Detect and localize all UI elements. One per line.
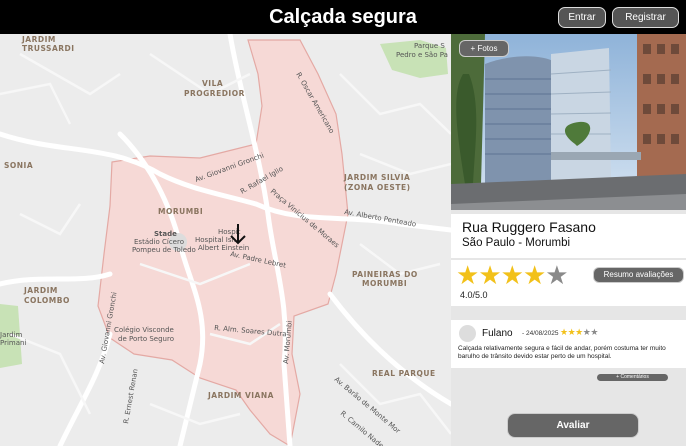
svg-text:Estádio Cícero: Estádio Cícero [134,238,184,246]
svg-text:TRUSSARDI: TRUSSARDI [22,44,75,53]
register-button[interactable]: Registrar [612,7,679,28]
star-icon: ★ [560,327,568,337]
svg-text:REAL PARQUE: REAL PARQUE [372,369,436,378]
svg-text:VILA: VILA [202,79,223,88]
svg-text:Colégio Visconde: Colégio Visconde [114,326,174,334]
rate-button[interactable]: Avaliar [507,413,639,438]
map-canvas[interactable]: JARDIM TRUSSARDI VILA PROGREDIOR SONIA J… [0,34,451,446]
svg-text:Jardim: Jardim [0,331,22,339]
svg-text:JARDIM: JARDIM [21,35,56,44]
review-stars: ★★★★★ [560,327,598,338]
svg-text:MORUMBI: MORUMBI [158,207,203,216]
svg-text:JARDIM VIANA: JARDIM VIANA [207,391,274,400]
avatar [459,325,476,342]
star-icon: ★ [478,260,501,290]
star-icon: ★ [522,260,546,290]
svg-text:SONIA: SONIA [4,161,33,170]
rating-stars: ★★★★★ [456,260,569,290]
svg-text:MORUMBI: MORUMBI [362,279,407,288]
place-photo[interactable]: + Fotos [451,34,686,210]
svg-text:Primani: Primani [0,339,26,347]
svg-text:COLOMBO: COLOMBO [24,296,70,305]
review-card: Fulano - 24/08/2025 ★★★★★ Calçada relati… [451,320,686,368]
top-bar: Calçada segura Entrar Registrar [0,0,686,34]
star-icon: ★ [575,327,583,337]
star-icon: ★ [545,260,568,290]
svg-text:Pedro e São Pa: Pedro e São Pa [396,51,448,59]
login-button[interactable]: Entrar [558,7,606,28]
svg-text:(ZONA OESTE): (ZONA OESTE) [344,183,411,192]
place-details-panel: + Fotos Rua Ruggero Fasano São Paulo - M… [451,34,686,446]
svg-text:Albert Einstein: Albert Einstein [198,244,249,252]
review-date: - 24/08/2025 [522,330,559,337]
district-name: São Paulo - Morumbi [462,237,571,249]
reviewer-name: Fulano [482,328,513,339]
add-photos-button[interactable]: + Fotos [459,40,509,57]
ratings-summary-button[interactable]: Resumo avaliações [593,267,684,283]
svg-text:Pompeu de Toledo: Pompeu de Toledo [132,246,196,254]
address-card: Rua Ruggero Fasano São Paulo - Morumbi [451,214,686,258]
more-comments-button[interactable]: + Comentários [597,374,668,381]
svg-text:PROGREDIOR: PROGREDIOR [184,89,245,98]
star-icon: ★ [456,260,479,290]
svg-text:JARDIM: JARDIM [23,286,58,295]
svg-text:Stade: Stade [154,230,177,238]
svg-text:JARDIM SILVIA: JARDIM SILVIA [343,173,410,182]
street-name: Rua Ruggero Fasano [462,219,596,235]
building-photo-image [451,34,686,210]
star-icon: ★ [500,260,524,290]
rating-card: ★★★★★ 4.0/5.0 Resumo avaliações [451,260,686,306]
star-icon: ★ [590,327,598,337]
svg-text:PAINEIRAS DO: PAINEIRAS DO [352,270,418,279]
map-view[interactable]: JARDIM TRUSSARDI VILA PROGREDIOR SONIA J… [0,34,451,446]
svg-text:Parque S: Parque S [414,42,445,50]
svg-text:de Porto Seguro: de Porto Seguro [118,335,174,343]
review-text: Calçada relativamente segura e fácil de … [458,345,666,360]
rating-score: 4.0/5.0 [460,290,488,300]
